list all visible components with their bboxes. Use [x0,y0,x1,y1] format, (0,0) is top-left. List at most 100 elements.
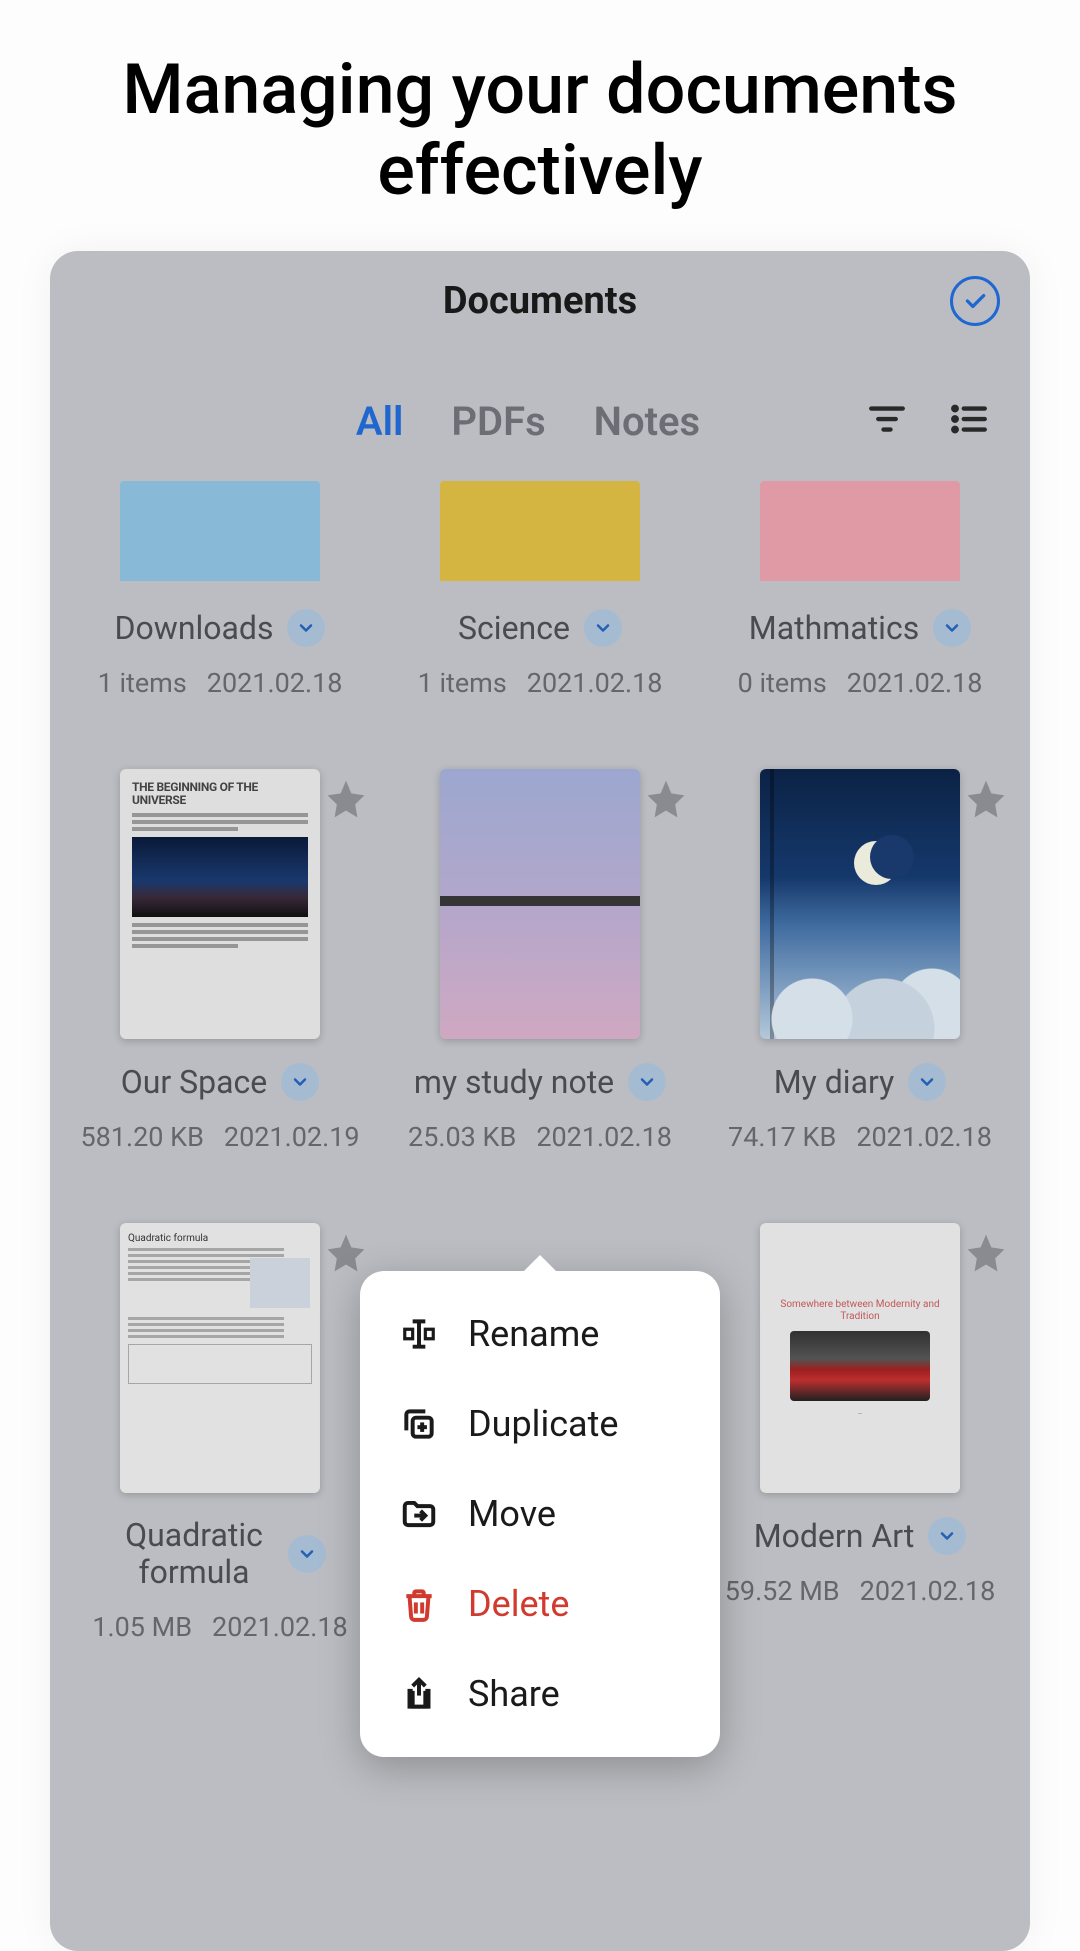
menu-duplicate[interactable]: Duplicate [360,1379,720,1469]
document-date: 2021.02.19 [224,1121,360,1153]
menu-move[interactable]: Move [360,1469,720,1559]
document-card[interactable]: Somewhere between Modernity and Traditio… [710,1213,1010,1663]
folder-count: 0 items [738,667,827,699]
toolbar-icons [866,398,1010,444]
menu-label: Share [468,1673,560,1715]
menu-label: Move [468,1493,556,1535]
document-size: 74.17 KB [728,1121,836,1153]
document-card[interactable]: Quadratic formula Quadratic formula 1.05… [70,1213,370,1663]
folder-date: 2021.02.18 [847,667,983,699]
document-name: my study note [414,1063,614,1101]
thumb-heading: Quadratic formula [128,1233,312,1244]
filter-button[interactable] [866,398,908,444]
folder-name: Science [458,609,570,647]
folder-icon [760,481,960,581]
folder-date: 2021.02.18 [207,667,343,699]
document-card[interactable]: THE BEGINNING OF THE UNIVERSE Our Space … [70,759,370,1173]
document-size: 581.20 KB [80,1121,203,1153]
tab-all[interactable]: All [356,398,403,445]
chevron-down-icon [637,1072,657,1092]
folder-date: 2021.02.18 [527,667,663,699]
document-menu-button[interactable] [281,1063,319,1101]
document-name: Modern Art [754,1517,915,1555]
folders-grid: Downloads 1 items 2021.02.18 Science 1 i… [50,471,1030,719]
move-icon [400,1495,438,1533]
tab-notes[interactable]: Notes [594,398,700,445]
tabs-group: All PDFs Notes [190,398,866,445]
share-icon [400,1675,438,1713]
folder-icon [440,481,640,581]
document-size: 59.52 MB [725,1575,840,1607]
chevron-down-icon [937,1526,957,1546]
favorite-button[interactable] [324,777,368,821]
star-icon [964,1231,1008,1275]
chevron-down-icon [593,618,613,638]
rename-icon [400,1315,438,1353]
delete-icon [400,1585,438,1623]
filter-icon [866,398,908,440]
app-header: Documents [50,251,1030,351]
star-icon [324,1231,368,1275]
chevron-down-icon [296,618,316,638]
duplicate-icon [400,1405,438,1443]
context-menu: Rename Duplicate Move Delete Share [360,1271,720,1757]
document-size: 1.05 MB [92,1611,192,1643]
tabs-row: All PDFs Notes [50,371,1030,471]
document-menu-button[interactable] [628,1063,666,1101]
menu-share[interactable]: Share [360,1649,720,1739]
chevron-down-icon [942,618,962,638]
document-name: Quadratic formula [114,1517,274,1591]
tab-pdfs[interactable]: PDFs [451,398,545,445]
menu-rename[interactable]: Rename [360,1289,720,1379]
app-screen: Documents All PDFs Notes Downloads [50,251,1030,1951]
page-title: Documents [443,279,637,323]
list-icon [948,398,990,440]
list-view-button[interactable] [948,398,990,444]
document-thumbnail: THE BEGINNING OF THE UNIVERSE [120,769,320,1039]
thumb-heading: THE BEGINNING OF THE UNIVERSE [132,781,308,807]
chevron-down-icon [290,1072,310,1092]
document-thumbnail: Quadratic formula [120,1223,320,1493]
folder-card[interactable]: Mathmatics 0 items 2021.02.18 [710,471,1010,719]
folder-menu-button[interactable] [584,609,622,647]
document-menu-button[interactable] [288,1535,326,1573]
folder-card[interactable]: Downloads 1 items 2021.02.18 [70,471,370,719]
document-date: 2021.02.18 [212,1611,348,1643]
document-size: 25.03 KB [408,1121,516,1153]
favorite-button[interactable] [644,777,688,821]
document-date: 2021.02.18 [856,1121,992,1153]
document-thumbnail: Somewhere between Modernity and Traditio… [760,1223,960,1493]
document-name: My diary [774,1063,895,1101]
folder-menu-button[interactable] [933,609,971,647]
folder-name: Downloads [115,609,274,647]
star-icon [644,777,688,821]
menu-delete[interactable]: Delete [360,1559,720,1649]
star-icon [324,777,368,821]
folder-card[interactable]: Science 1 items 2021.02.18 [390,471,690,719]
documents-grid-row: THE BEGINNING OF THE UNIVERSE Our Space … [50,759,1030,1173]
document-date: 2021.02.18 [860,1575,996,1607]
favorite-button[interactable] [324,1231,368,1275]
document-menu-button[interactable] [908,1063,946,1101]
hero-title: Managing your documents effectively [0,0,1080,251]
document-thumbnail [440,769,640,1039]
favorite-button[interactable] [964,777,1008,821]
menu-label: Rename [468,1313,599,1355]
document-name: Our Space [121,1063,268,1101]
select-mode-button[interactable] [950,276,1000,326]
document-menu-button[interactable] [928,1517,966,1555]
menu-label: Duplicate [468,1403,619,1445]
folder-count: 1 items [418,667,507,699]
chevron-down-icon [917,1072,937,1092]
folder-name: Mathmatics [749,609,919,647]
favorite-button[interactable] [964,1231,1008,1275]
folder-menu-button[interactable] [287,609,325,647]
document-card[interactable]: my study note 25.03 KB 2021.02.18 [390,759,690,1173]
thumb-heading: Somewhere between Modernity and Traditio… [770,1299,950,1323]
folder-count: 1 items [98,667,187,699]
document-card[interactable]: My diary 74.17 KB 2021.02.18 [710,759,1010,1173]
menu-label: Delete [468,1583,569,1625]
star-icon [964,777,1008,821]
chevron-down-icon [297,1544,317,1564]
document-thumbnail [760,769,960,1039]
